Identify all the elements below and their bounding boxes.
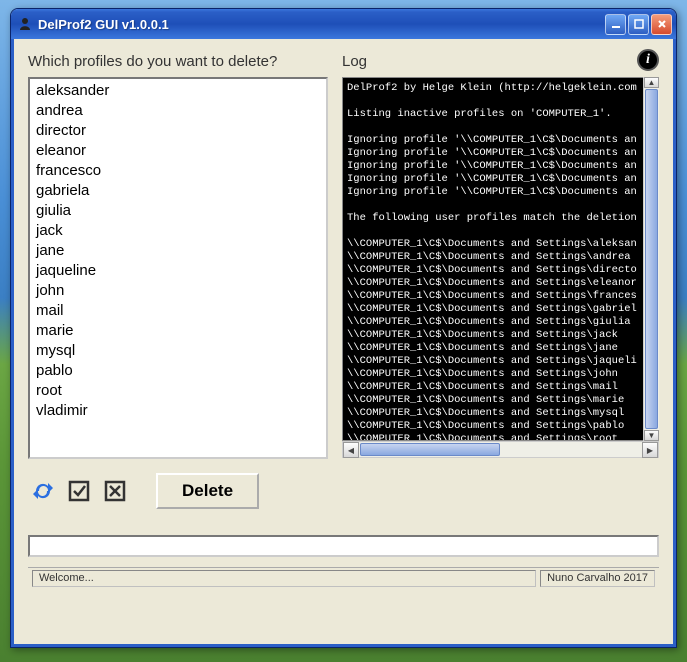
profile-item[interactable]: mysql [34,341,322,361]
deselect-all-button[interactable] [100,477,130,505]
maximize-button[interactable] [628,14,649,35]
progress-bar [28,535,659,557]
scroll-right-icon[interactable]: ▶ [642,442,658,458]
profile-item[interactable]: root [34,381,322,401]
scroll-track[interactable] [644,88,659,430]
close-button[interactable] [651,14,672,35]
select-all-icon [67,479,91,503]
status-left: Welcome... [32,570,536,587]
window-title: DelProf2 GUI v1.0.0.1 [38,17,605,32]
hscroll-thumb[interactable] [360,443,500,456]
log-text: DelProf2 by Helge Klein (http://helgekle… [347,82,637,441]
status-bar: Welcome... Nuno Carvalho 2017 [28,567,659,587]
profile-item[interactable]: vladimir [34,401,322,421]
profile-item[interactable]: mail [34,301,322,321]
profile-item[interactable]: jaqueline [34,261,322,281]
scroll-up-icon[interactable]: ▲ [644,77,659,88]
titlebar[interactable]: DelProf2 GUI v1.0.0.1 [11,9,676,39]
scroll-thumb[interactable] [645,89,658,429]
scroll-down-icon[interactable]: ▼ [644,430,659,441]
minimize-button[interactable] [605,14,626,35]
window-controls [605,14,672,35]
app-icon [17,16,33,32]
info-button[interactable]: i [637,49,659,71]
status-right: Nuno Carvalho 2017 [540,570,655,587]
profile-item[interactable]: director [34,121,322,141]
delete-button[interactable]: Delete [156,473,259,509]
refresh-button[interactable] [28,477,58,505]
profile-item[interactable]: andrea [34,101,322,121]
scroll-left-icon[interactable]: ◀ [343,442,359,458]
profile-item[interactable]: gabriela [34,181,322,201]
log-horizontal-scrollbar[interactable]: ◀ ▶ [342,441,659,458]
log-label: Log [342,51,659,71]
profile-item[interactable]: francesco [34,161,322,181]
deselect-all-icon [103,479,127,503]
profiles-label: Which profiles do you want to delete? [28,51,328,71]
profile-item[interactable]: giulia [34,201,322,221]
profile-item[interactable]: jane [34,241,322,261]
profile-item[interactable]: aleksander [34,81,322,101]
toolbar: Delete [28,473,659,509]
profile-item[interactable]: pablo [34,361,322,381]
select-all-button[interactable] [64,477,94,505]
app-window: DelProf2 GUI v1.0.0.1 Which profiles do … [10,8,677,648]
client-area: Which profiles do you want to delete? al… [11,39,676,647]
log-vertical-scrollbar[interactable]: ▲ ▼ [643,77,659,441]
profile-item[interactable]: john [34,281,322,301]
profile-item[interactable]: jack [34,221,322,241]
refresh-icon [30,479,56,503]
hscroll-track[interactable] [359,442,642,457]
profile-listbox[interactable]: aleksanderandreadirectoreleanorfrancesco… [28,77,328,459]
log-output[interactable]: DelProf2 by Helge Klein (http://helgekle… [342,77,659,441]
profile-item[interactable]: eleanor [34,141,322,161]
profile-item[interactable]: marie [34,321,322,341]
